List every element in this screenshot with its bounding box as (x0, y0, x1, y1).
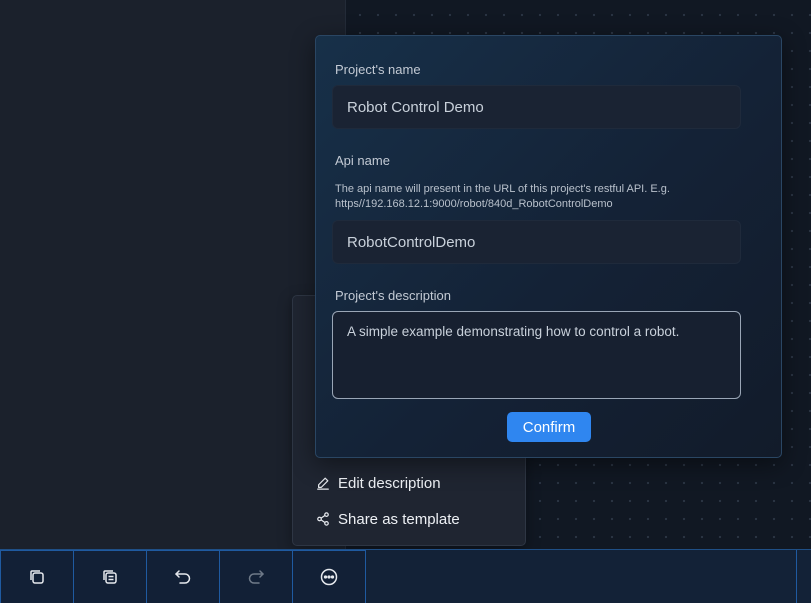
menu-item-share-as-template[interactable]: Share as template (293, 502, 525, 536)
bottom-toolbar (0, 549, 811, 603)
project-description-textarea[interactable]: A simple example demonstrating how to co… (332, 311, 741, 399)
duplicate-button[interactable] (73, 550, 147, 603)
toolbar-edge (796, 550, 811, 603)
redo-button[interactable] (219, 550, 293, 603)
menu-item-label: Edit description (338, 474, 441, 492)
confirm-button[interactable]: Confirm (507, 412, 591, 442)
edit-project-dialog: Project's name Api name The api name wil… (315, 35, 782, 458)
project-name-label: Project's name (335, 62, 421, 77)
api-name-input[interactable] (332, 220, 741, 264)
app-window: Edit description Share as template Proje… (0, 0, 811, 603)
share-icon (316, 512, 330, 526)
api-name-hint: The api name will present in the URL of … (335, 183, 670, 210)
more-button[interactable] (292, 550, 366, 603)
duplicate-icon (103, 570, 117, 584)
menu-item-label: Share as template (338, 510, 460, 528)
menu-item-edit-description[interactable]: Edit description (293, 466, 525, 500)
undo-icon (175, 570, 191, 584)
edit-icon (316, 476, 330, 490)
copy-icon (30, 570, 44, 584)
copy-button[interactable] (0, 550, 74, 603)
project-name-input[interactable] (332, 85, 741, 129)
undo-button[interactable] (146, 550, 220, 603)
project-description-label: Project's description (335, 288, 451, 303)
api-name-label: Api name (335, 153, 390, 168)
more-icon (320, 568, 338, 586)
redo-icon (248, 570, 264, 584)
